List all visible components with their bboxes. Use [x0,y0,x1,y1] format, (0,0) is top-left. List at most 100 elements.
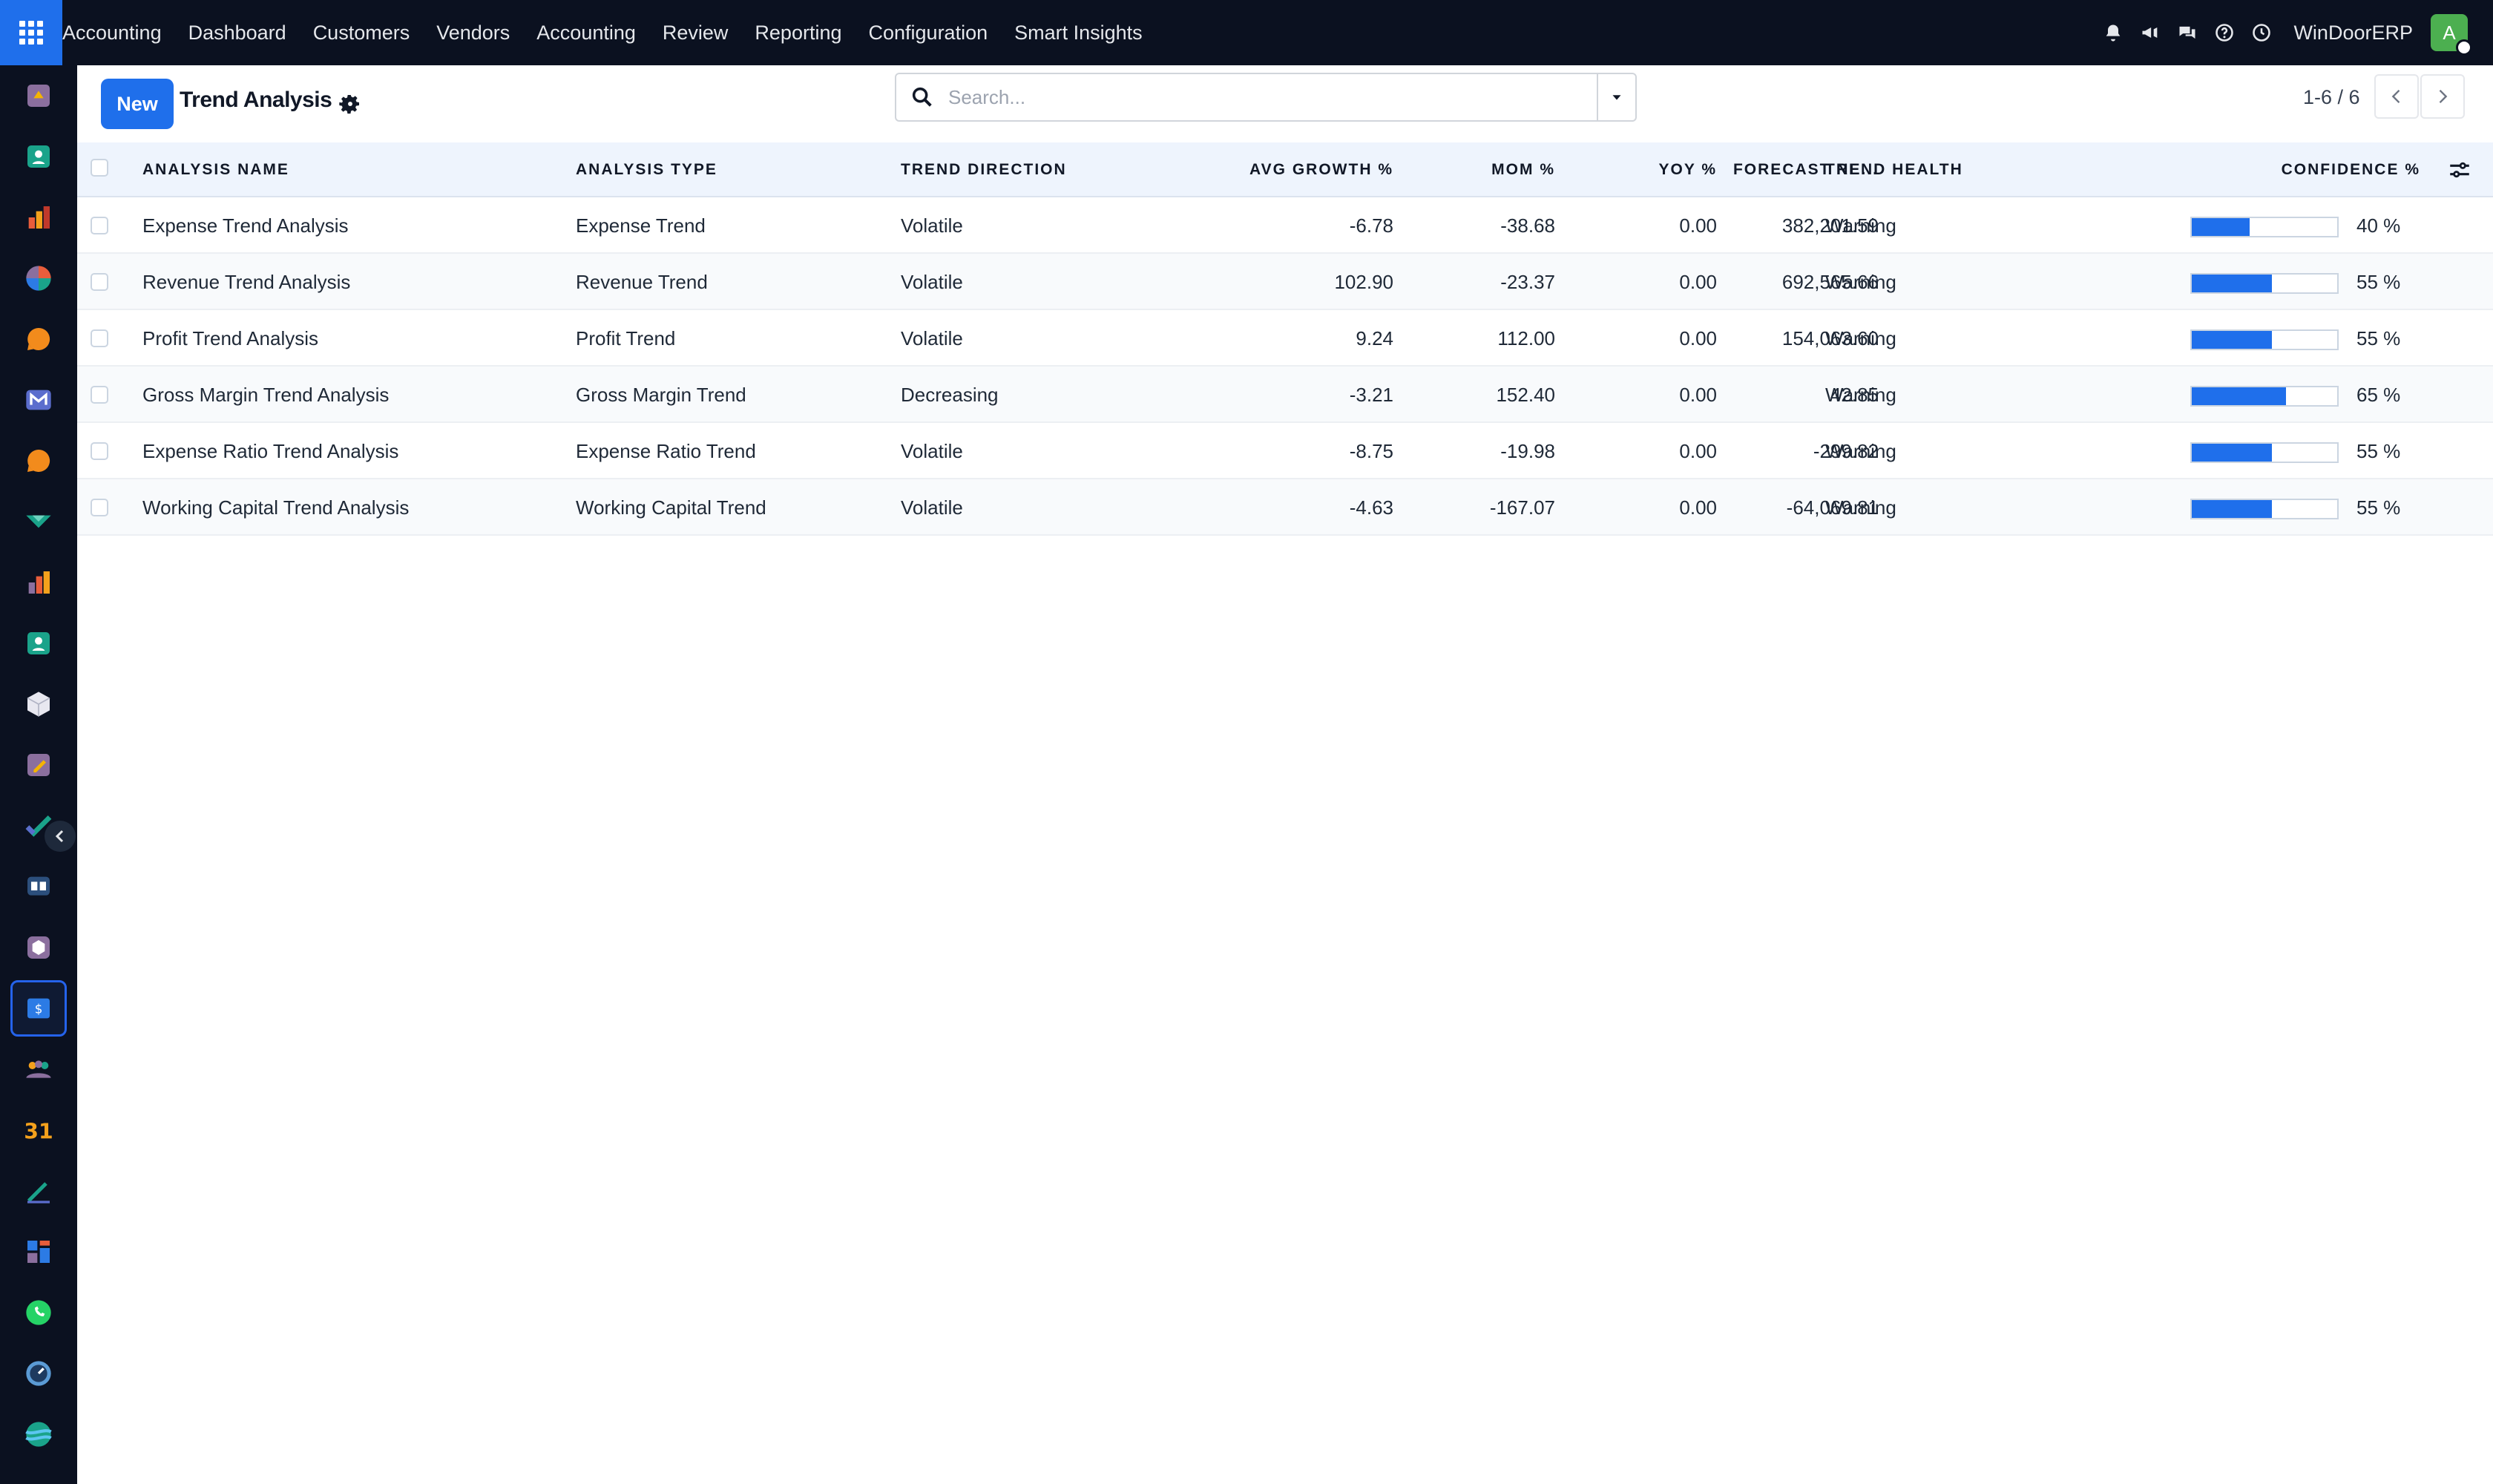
cell-mom: 152.40 [1496,384,1555,406]
cell-confidence: 40 % [2356,214,2401,237]
gear-icon[interactable] [338,92,362,116]
column-settings-icon[interactable] [2447,157,2472,183]
sign-app-icon[interactable] [21,1173,56,1209]
clock-icon[interactable] [2249,20,2274,45]
discuss-app-icon[interactable] [21,78,56,114]
new-button[interactable]: New [101,79,174,129]
nav-smart-insights[interactable]: Smart Insights [1014,22,1143,45]
col-trend-direction[interactable]: TREND DIRECTION [901,142,1067,197]
table-row[interactable]: Expense Trend Analysis Expense Trend Vol… [77,197,2493,254]
confidence-progress-bar [2190,442,2339,463]
bell-icon[interactable] [2101,20,2126,45]
sales-app-icon[interactable] [21,200,56,235]
megaphone-icon[interactable] [2138,20,2163,45]
cell-mom: 112.00 [1497,327,1555,349]
col-mom[interactable]: MOM % [1413,142,1555,197]
table-row[interactable]: Profit Trend Analysis Profit Trend Volat… [77,310,2493,367]
nav-customers[interactable]: Customers [313,22,410,45]
nav-dashboard[interactable]: Dashboard [188,22,286,45]
main-menu: Accounting Dashboard Customers Vendors A… [62,0,1169,65]
todo-app-icon[interactable] [21,808,56,844]
timer-app-icon[interactable] [21,1356,56,1391]
confidence-progress-fill [2192,275,2272,292]
confidence-progress-fill [2192,331,2272,349]
contacts-app-icon[interactable] [21,139,56,174]
page-title: Trend Analysis [180,88,332,112]
cell-trend-health: Warning [1825,496,1896,519]
cell-trend-direction: Volatile [901,496,963,519]
cell-trend-health: Warning [1825,440,1896,462]
nav-reporting[interactable]: Reporting [755,22,841,45]
crm-app-icon[interactable] [21,321,56,357]
website-app-icon[interactable] [21,1234,56,1270]
table-row[interactable]: Expense Ratio Trend Analysis Expense Rat… [77,423,2493,479]
cell-analysis-type: Expense Ratio Trend [576,440,756,462]
confidence-progress-fill [2192,387,2287,405]
main-content: New Trend Analysis 1-6 / 6 ANALYSIS [77,65,2493,1484]
search-bar [895,73,1637,122]
col-confidence[interactable]: CONFIDENCE % [2199,142,2420,197]
confidence-progress-fill [2192,500,2272,518]
cell-trend-direction: Volatile [901,327,963,349]
col-trend-health[interactable]: TREND HEALTH [1825,142,1963,197]
chat-icon[interactable] [2175,20,2200,45]
table-row[interactable]: Gross Margin Trend Analysis Gross Margin… [77,367,2493,423]
mail-app-icon[interactable] [21,382,56,418]
inventory-app-icon[interactable] [21,686,56,722]
table-row[interactable]: Working Capital Trend Analysis Working C… [77,479,2493,536]
cell-analysis-name: Gross Margin Trend Analysis [142,384,390,406]
employees-app-icon[interactable] [21,626,56,661]
cell-mom: -23.37 [1500,271,1555,293]
pager-value[interactable]: 1-6 / 6 [2303,86,2360,109]
col-analysis-name[interactable]: ANALYSIS NAME [142,142,289,197]
row-checkbox[interactable] [91,217,108,234]
notes-app-icon[interactable] [21,747,56,783]
nav-configuration[interactable]: Configuration [869,22,988,45]
nav-app-name[interactable]: Accounting [62,22,162,45]
whatsapp-app-icon[interactable] [21,1295,56,1330]
table-row[interactable]: Revenue Trend Analysis Revenue Trend Vol… [77,254,2493,310]
help-icon[interactable] [2212,20,2237,45]
cell-analysis-type: Gross Margin Trend [576,384,746,406]
row-checkbox[interactable] [91,442,108,460]
confidence-progress-bar [2190,499,2339,519]
row-checkbox[interactable] [91,329,108,347]
cell-confidence: 65 % [2356,384,2401,406]
nav-vendors[interactable]: Vendors [436,22,510,45]
table-header: ANALYSIS NAME ANALYSIS TYPE TREND DIRECT… [77,142,2493,197]
select-all-checkbox[interactable] [91,159,108,177]
cell-analysis-type: Working Capital Trend [576,496,766,519]
marketing-app-icon[interactable] [21,1416,56,1452]
pager-previous-button[interactable] [2374,74,2419,119]
search-input[interactable] [948,82,1579,113]
row-checkbox[interactable] [91,499,108,516]
nav-accounting[interactable]: Accounting [536,22,636,45]
avatar-letter: A [2443,21,2456,44]
knowledge-app-icon[interactable] [21,869,56,904]
calendar-app-icon[interactable]: 31 [21,1112,56,1148]
pager-next-button[interactable] [2420,74,2465,119]
cell-analysis-name: Expense Trend Analysis [142,214,349,237]
search-options-toggle[interactable] [1597,74,1635,120]
cell-trend-health: Warning [1825,214,1896,237]
purchase-app-icon[interactable] [21,930,56,965]
user-avatar[interactable]: A [2431,14,2472,56]
cell-analysis-type: Profit Trend [576,327,676,349]
accounting-app-icon[interactable]: $ [10,980,67,1037]
col-analysis-type[interactable]: ANALYSIS TYPE [576,142,717,197]
team-app-icon[interactable] [21,1051,56,1087]
reporting-app-icon[interactable] [21,565,56,600]
helpdesk-app-icon[interactable] [21,443,56,479]
dashboard-app-icon[interactable] [21,260,56,296]
cell-confidence: 55 % [2356,440,2401,462]
company-switcher[interactable]: WinDoorERP [2293,22,2413,45]
col-avg-growth[interactable]: AVG GROWTH % [1153,142,1393,197]
app-switcher-button[interactable] [0,0,62,65]
grid-icon [19,21,43,45]
cell-avg-growth: -3.21 [1349,384,1393,406]
project-app-icon[interactable] [21,504,56,539]
nav-review[interactable]: Review [663,22,729,45]
row-checkbox[interactable] [91,386,108,404]
row-checkbox[interactable] [91,273,108,291]
cell-trend-health: Warning [1825,327,1896,349]
